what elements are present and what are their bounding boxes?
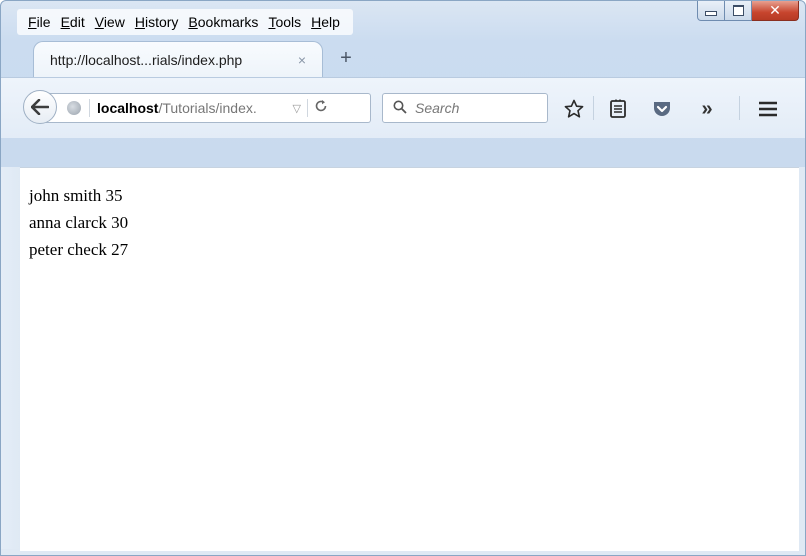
back-button[interactable] (23, 90, 57, 124)
url-divider (89, 99, 90, 117)
menu-file[interactable]: File (23, 14, 56, 30)
reload-divider (306, 99, 308, 117)
content-row: peter check 27 (29, 240, 129, 259)
tab-close-icon[interactable]: × (290, 52, 314, 68)
menu-edit[interactable]: Edit (56, 14, 90, 30)
menu-history[interactable]: History (130, 14, 184, 30)
new-tab-button[interactable]: + (335, 47, 357, 69)
toolbar-divider-2 (739, 96, 740, 120)
url-host: localhost (97, 100, 159, 116)
menu-tools[interactable]: Tools (263, 14, 306, 30)
menu-help[interactable]: Help (306, 14, 345, 30)
browser-window: File Edit View History Bookmarks Tools H… (0, 0, 806, 556)
back-icon (31, 99, 49, 115)
content-row: john smith 35 (29, 186, 123, 205)
tab-active[interactable]: http://localhost...rials/index.php × (33, 41, 323, 77)
toolbar-divider (593, 96, 594, 120)
maximize-button[interactable] (725, 1, 752, 21)
close-window-button[interactable]: ✕ (752, 1, 799, 21)
search-bar[interactable] (382, 93, 548, 123)
search-icon (393, 100, 407, 117)
pocket-icon[interactable] (651, 98, 673, 120)
url-path: /Tutorials/index. (158, 100, 257, 116)
overflow-chevron-icon[interactable]: » (696, 98, 718, 120)
url-dropdown-icon[interactable]: ▽ (292, 102, 300, 115)
menu-bar: File Edit View History Bookmarks Tools H… (17, 9, 353, 35)
reading-list-icon[interactable] (607, 98, 629, 120)
window-frame-left (1, 167, 20, 555)
close-icon: ✕ (769, 2, 781, 18)
reload-icon[interactable] (314, 99, 328, 117)
navigation-toolbar: localhost /Tutorials/index. ▽ Search » (1, 77, 805, 138)
bookmark-star-icon[interactable] (563, 98, 585, 120)
window-controls: ✕ (697, 1, 799, 21)
content-row: anna clarck 30 (29, 213, 129, 232)
tab-title: http://localhost...rials/index.php (50, 51, 243, 68)
maximize-icon (732, 5, 744, 16)
menu-view[interactable]: View (90, 14, 130, 30)
minimize-button[interactable] (697, 1, 725, 21)
hamburger-menu-icon[interactable] (757, 98, 779, 120)
menu-bookmarks[interactable]: Bookmarks (183, 14, 263, 30)
search-input[interactable] (413, 99, 527, 117)
minimize-icon (705, 11, 717, 16)
globe-icon (67, 101, 81, 115)
url-bar[interactable]: localhost /Tutorials/index. ▽ (45, 93, 371, 123)
page-content: john smith 35 anna clarck 30 peter check… (20, 167, 799, 551)
